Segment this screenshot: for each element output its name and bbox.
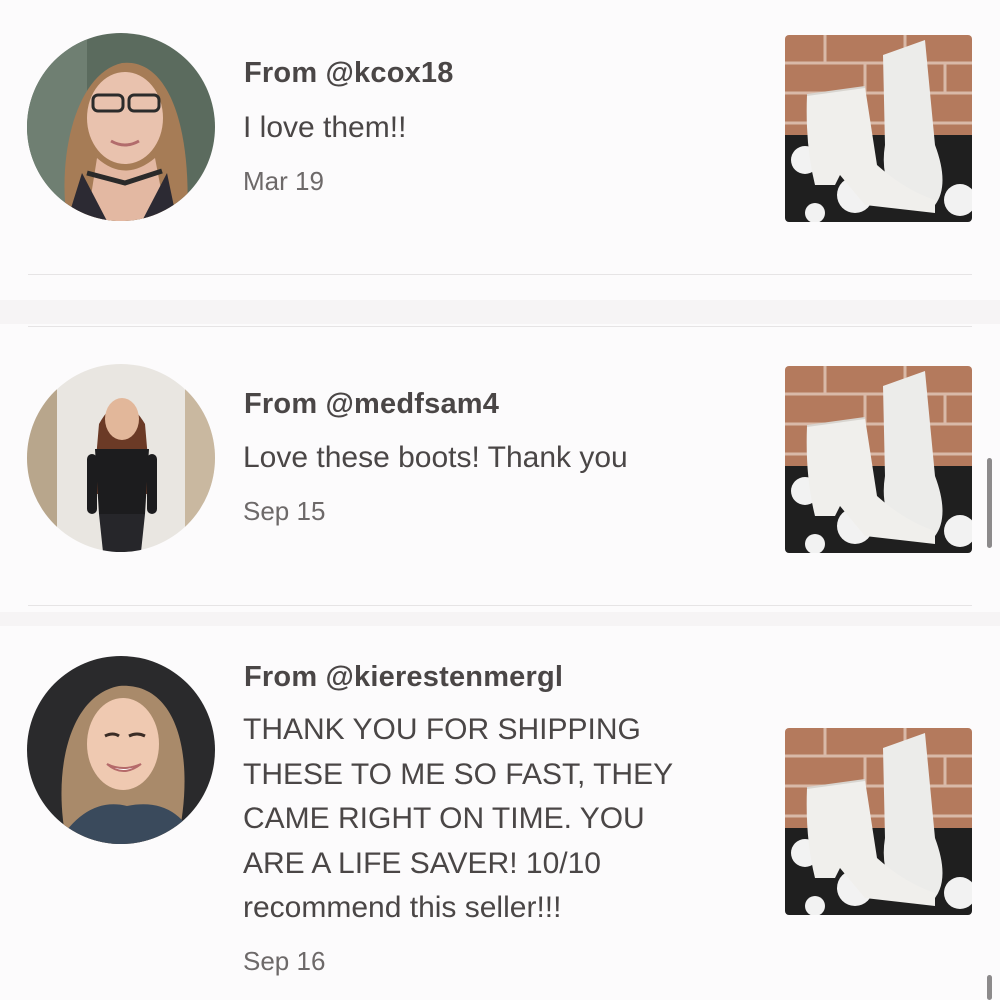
review-message: I love them!! [243,106,406,151]
review-message: Love these boots! Thank you [243,436,628,481]
reviewer-avatar[interactable] [27,33,215,221]
review-card: From @medfsam4 Love these boots! Thank y… [0,326,1000,606]
review-message-line: ARE A LIFE SAVER! 10/10 [243,846,601,880]
user-photo-avatar-icon [27,656,215,844]
review-message-line: THANK YOU FOR SHIPPING [243,713,641,746]
review-card: From @kcox18 I love them!! Mar 19 [0,0,1000,300]
scrollbar-thumb[interactable] [987,975,992,1000]
user-photo-avatar-icon [27,364,215,552]
reviewer-username[interactable]: From @kierestenmergl [244,661,563,694]
review-message-line: Love these boots! Thank you [243,441,628,474]
section-gap [0,612,1000,626]
reviewer-username[interactable]: From @kcox18 [244,57,454,90]
review-date: Mar 19 [243,166,324,196]
white-ankle-boots-photo-icon [785,366,972,553]
scrollbar-thumb[interactable] [987,458,992,548]
product-thumbnail[interactable] [785,366,972,553]
review-date: Sep 16 [243,946,326,976]
product-thumbnail[interactable] [785,35,972,222]
review-message-line: recommend this seller!!! [243,891,562,924]
review-message-line: I love them!! [243,111,407,144]
review-card: From @kierestenmergl THANK YOU FOR SHIPP… [0,626,1000,1000]
review-message-line: THESE TO ME SO FAST, THEY [243,757,674,791]
product-thumbnail[interactable] [785,728,972,915]
review-date: Sep 15 [243,496,326,526]
section-gap [0,300,1000,324]
reviewer-avatar[interactable] [27,656,215,844]
white-ankle-boots-photo-icon [785,728,972,915]
review-message: THANK YOU FOR SHIPPING THESE TO ME SO FA… [243,708,673,931]
reviewer-username[interactable]: From @medfsam4 [244,388,499,421]
user-photo-avatar-icon [27,33,215,221]
white-ankle-boots-photo-icon [785,35,972,222]
review-message-line: CAME RIGHT ON TIME. YOU [243,802,645,835]
reviewer-avatar[interactable] [27,364,215,552]
